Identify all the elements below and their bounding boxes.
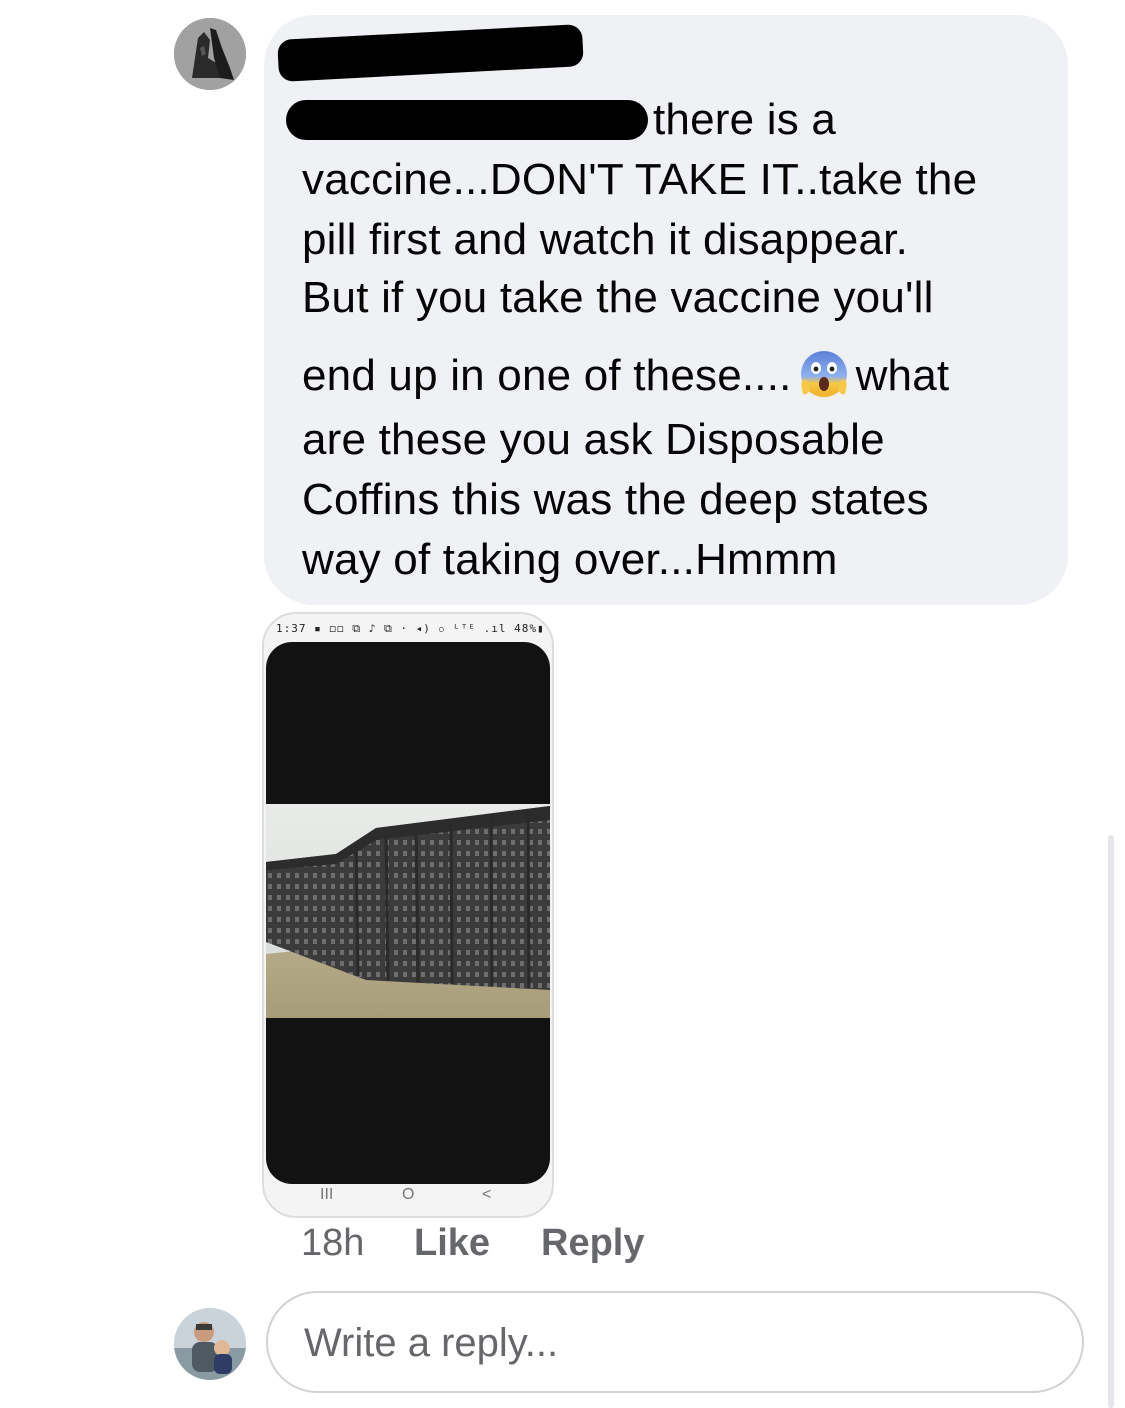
reply-input-placeholder: Write a reply...	[304, 1321, 559, 1365]
scrollbar[interactable]	[1108, 835, 1114, 1408]
coffins-photo	[266, 804, 550, 1018]
phone-status-bar: 1:37 ▪ ◻◻ ⧉ ♪ ⧉ · ◂) ⚬ ᴸᵀᴱ .ıl 48%▮	[276, 622, 545, 635]
comment-text-line-3: pill first and watch it disappear.	[302, 215, 908, 264]
comment-text-line-8: way of taking over...Hmmm	[302, 535, 838, 584]
comment-timestamp: 18h	[301, 1222, 365, 1264]
current-user-avatar	[174, 1308, 246, 1380]
like-button[interactable]: Like	[414, 1218, 490, 1268]
comment-text-line-5-start: end up in one of these....	[302, 351, 792, 400]
nav-recent-apps-icon: III	[320, 1186, 334, 1203]
face-screaming-in-fear-icon	[798, 348, 850, 400]
comment-text-line-6: are these you ask Disposable	[302, 415, 885, 464]
comment-text-line-5-end: what	[855, 351, 950, 400]
comment-text-line-2: vaccine...DON'T TAKE IT..take the	[302, 155, 978, 204]
redacted-text	[286, 100, 648, 140]
reply-button[interactable]: Reply	[541, 1218, 644, 1268]
attached-screenshot[interactable]: 1:37 ▪ ◻◻ ⧉ ♪ ⧉ · ◂) ⚬ ᴸᵀᴱ .ıl 48%▮ III …	[262, 612, 554, 1218]
comment-text-line-5: end up in one of these.... what	[302, 348, 949, 402]
phone-screen	[266, 642, 550, 1184]
commenter-avatar[interactable]	[174, 18, 246, 90]
reply-input[interactable]: Write a reply...	[266, 1291, 1084, 1393]
comment-text-line-1: there is a	[653, 95, 836, 144]
nav-home-icon: O	[402, 1186, 415, 1203]
comment-text-line-7: Coffins this was the deep states	[302, 475, 929, 524]
comment-text-line-4: But if you take the vaccine you'll	[302, 273, 934, 322]
nav-back-icon: <	[482, 1186, 492, 1203]
